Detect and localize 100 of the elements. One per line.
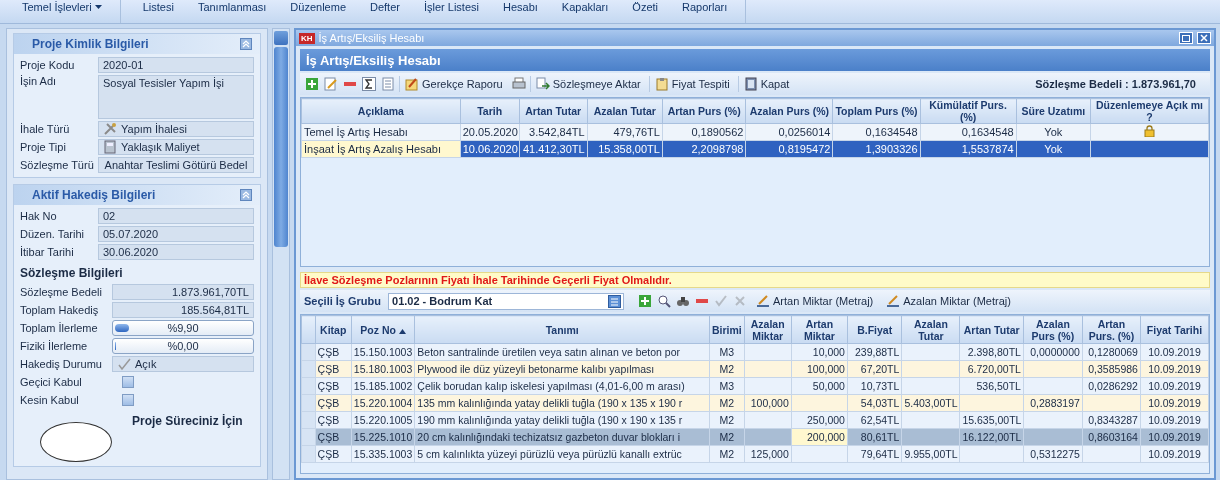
window-title: İş Artış/Eksiliş Hesabı [318, 32, 426, 44]
edit-icon [324, 77, 338, 91]
field-label: Geçici Kabul [20, 376, 83, 388]
document-icon [381, 77, 395, 91]
field-label: İtibar Tarihi [20, 246, 75, 258]
form-header: İş Artış/Eksiliş Hesabı [300, 49, 1210, 71]
toolbar-button[interactable]: Fiyat Tespiti [648, 76, 735, 92]
field-label: Toplam İlerleme [20, 322, 99, 334]
field-label: Hak No [20, 210, 58, 222]
text-area[interactable]: Sosyal Tesisler Yapım İşi [98, 75, 254, 119]
progress-value: %0,00 [167, 340, 199, 352]
column-header[interactable]: Fiyat Tarihi [1140, 315, 1209, 344]
ruler-pencil-icon [886, 294, 901, 308]
search-icon [657, 294, 672, 308]
select-field[interactable]: Yaklaşık Maliyet [98, 139, 254, 155]
field-label: Toplam Hakediş [20, 304, 100, 316]
collapse-button[interactable] [240, 38, 252, 50]
column-header[interactable]: Artan Miktar [791, 315, 848, 344]
checkbox[interactable] [122, 376, 134, 388]
column-header[interactable]: Artan Purs (%) [662, 98, 746, 124]
ribbon-tab[interactable]: Hesabı [491, 0, 550, 14]
field-label: Düzen. Tarihi [20, 228, 85, 240]
column-header[interactable]: Artan Tutar [519, 98, 588, 124]
toolbar-button[interactable]: Sözleşmeye Aktar [529, 76, 646, 92]
text-field[interactable]: 30.06.2020 [98, 244, 254, 260]
checkbox[interactable] [122, 394, 134, 406]
field-label: Fiziki İlerleme [20, 340, 89, 352]
column-header[interactable]: Tanımı [414, 315, 710, 344]
column-header[interactable]: Artan Tutar [959, 315, 1024, 344]
tools-icon [103, 122, 117, 136]
toolbar-button[interactable]: Gerekçe Raporu [399, 76, 508, 92]
check-icon [117, 357, 131, 371]
select-field[interactable]: Yapım İhalesi [98, 121, 254, 137]
list-picker-icon [608, 294, 622, 308]
app-badge: KH [299, 32, 315, 44]
text-field[interactable]: 02 [98, 208, 254, 224]
field-label: Sözleşme Bedeli [20, 286, 103, 298]
column-header[interactable]: Tarih [460, 98, 520, 124]
column-header[interactable]: Açıklama [301, 98, 461, 124]
amount-field[interactable]: 1.873.961,70TL [112, 284, 254, 300]
amount-field[interactable]: 185.564,81TL [112, 302, 254, 318]
text-field[interactable]: 2020-01 [98, 57, 254, 73]
field-label: Kesin Kabul [20, 394, 80, 406]
column-header[interactable]: Azalan Tutar [901, 315, 960, 344]
toolbar-button[interactable]: Artan Miktar (Metraj) [751, 293, 879, 309]
sort-ascending-icon [398, 328, 406, 334]
column-header[interactable]: Azalan Tutar [587, 98, 663, 124]
column-header[interactable]: Toplam Purs (%) [832, 98, 920, 124]
ribbon-tab[interactable]: Listesi [130, 0, 186, 14]
sum-icon [362, 77, 376, 91]
field-label: İhale Türü [20, 123, 71, 135]
column-header[interactable]: Poz No [351, 315, 415, 344]
add-icon [638, 294, 653, 308]
scrollbar[interactable] [272, 28, 290, 480]
binoculars-icon [676, 294, 691, 308]
calculator-icon [103, 140, 117, 154]
ribbon-tab[interactable]: Raporları [670, 0, 740, 14]
toolbar-button[interactable] [361, 76, 377, 92]
panel-title: Aktif Hakediş Bilgileri [32, 188, 156, 202]
column-header[interactable]: Düzenlemeye Açık mı ? [1090, 98, 1209, 124]
ribbon-tab[interactable]: İşler Listesi [411, 0, 491, 14]
column-header[interactable]: Artan Purs. (%) [1082, 315, 1141, 344]
ribbon-tab[interactable]: Düzenleme [278, 0, 358, 14]
printer-icon [511, 77, 526, 91]
contract-total: Sözleşme Bedeli : 1.873.961,70 [1035, 78, 1197, 90]
field-label: Hakediş Durumu [20, 358, 103, 370]
text-field[interactable]: 05.07.2020 [98, 226, 254, 242]
ribbon-tab[interactable]: Kapakları [549, 0, 621, 14]
column-header[interactable]: Azalan Miktar [744, 315, 792, 344]
column-header[interactable]: Süre Uzatımı [1016, 98, 1091, 124]
clipboard-icon [654, 77, 669, 91]
ribbon-tab[interactable]: Defter [358, 0, 412, 14]
column-header[interactable]: B.Fiyat [847, 315, 902, 344]
maximize-button[interactable] [1179, 32, 1193, 44]
column-header[interactable]: Kümülatif Purs. (%) [920, 98, 1017, 124]
status-field[interactable]: Açık [112, 356, 254, 372]
column-header[interactable]: Kitap [315, 315, 352, 344]
collapse-button[interactable] [240, 189, 252, 201]
field-label: Sözleşme Türü [20, 159, 95, 171]
close-button[interactable] [1197, 32, 1211, 44]
toolbar-button[interactable] [656, 293, 673, 309]
ribbon-tab[interactable]: Temel İşlevleri [10, 0, 114, 14]
column-header[interactable]: Birimi [709, 315, 745, 344]
column-header[interactable]: Azalan Purs (%) [745, 98, 833, 124]
group-select[interactable]: 01.02 - Bodrum Kat [388, 292, 625, 310]
text-field[interactable]: Anahtar Teslimi Götürü Bedel [98, 157, 254, 173]
field-label: Proje Kodu [20, 59, 76, 71]
ribbon-tab[interactable]: Tanımlanması [185, 0, 279, 14]
check-icon [714, 294, 729, 308]
field-label: Seçili İş Grubu [304, 295, 382, 307]
toolbar-button[interactable]: Kapat [737, 76, 795, 92]
ribbon-tab[interactable]: Özeti [620, 0, 671, 14]
field-label: İşin Adı [20, 75, 58, 87]
lock-icon [1144, 125, 1155, 137]
toolbar-button[interactable]: Azalan Miktar (Metraj) [881, 293, 1016, 309]
panel-title: Proje Kimlik Bilgileri [32, 37, 149, 51]
section-subtitle: Sözleşme Bilgileri [20, 266, 124, 280]
column-header[interactable]: Azalan Purs (%) [1023, 315, 1083, 344]
report-icon [405, 77, 419, 91]
door-icon [743, 77, 758, 91]
